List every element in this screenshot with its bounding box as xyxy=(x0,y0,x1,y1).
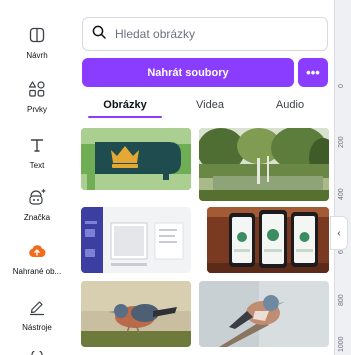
crown-logo-thumbnail[interactable] xyxy=(81,128,191,190)
chaffinch-branch-thumbnail[interactable] xyxy=(199,281,329,347)
ruler-tick: 400 xyxy=(338,188,345,200)
rail-item-label: Značka xyxy=(23,213,51,222)
rail-item-design[interactable]: Návrh xyxy=(0,24,74,61)
chevron-left-icon: ‹ xyxy=(337,227,341,239)
rail-item-elements[interactable]: Prvky xyxy=(0,78,74,115)
layout-icon xyxy=(26,24,48,46)
rail-item-more[interactable] xyxy=(0,346,74,355)
rail-item-label: Nástroje xyxy=(22,323,52,332)
ruler-tick: 800 xyxy=(338,294,345,306)
search-icon xyxy=(92,25,106,44)
rail-item-label: Prvky xyxy=(27,105,47,114)
phones-thumbnail[interactable] xyxy=(207,207,329,273)
search-input[interactable] xyxy=(113,26,317,42)
more-apps-icon xyxy=(26,346,48,355)
shapes-icon xyxy=(26,78,48,100)
upload-files-button[interactable]: Nahrát soubory xyxy=(82,58,294,87)
ruler-tick: 1000 xyxy=(338,336,345,352)
collapse-panel-button[interactable]: ‹ xyxy=(330,216,348,250)
ruler-tick: 200 xyxy=(338,136,345,148)
app-screenshot-thumbnail[interactable] xyxy=(81,207,191,273)
vertical-ruler: 0 200 400 600 800 1000 xyxy=(334,0,351,355)
ruler-tick: 0 xyxy=(338,84,345,88)
rail-item-uploads[interactable]: Nahrané ob... xyxy=(0,240,74,277)
rail-item-label: Nahrané ob... xyxy=(12,267,62,276)
upload-more-options-button[interactable]: ••• xyxy=(298,58,328,87)
rail-item-label: Návrh xyxy=(26,51,48,60)
tab-audio[interactable]: Audio xyxy=(260,90,320,120)
rail-item-brand[interactable]: Značka xyxy=(0,186,74,223)
rail-item-tools[interactable]: Nástroje xyxy=(0,296,74,333)
brand-icon xyxy=(26,186,48,208)
side-rail: Návrh Prvky Text Značka Nahrané ob... Ná… xyxy=(0,0,74,355)
chaffinch-thumbnail[interactable] xyxy=(81,281,191,347)
media-tabs: Obrázky Videa Audio xyxy=(74,90,334,120)
rail-item-text[interactable]: Text xyxy=(0,134,74,171)
text-icon xyxy=(26,134,48,156)
forest-pond-thumbnail[interactable] xyxy=(199,128,329,201)
rail-item-label: Text xyxy=(29,161,45,170)
upload-cloud-icon xyxy=(26,240,48,262)
active-tab-indicator xyxy=(88,116,162,118)
editor-window: Návrh Prvky Text Značka Nahrané ob... Ná… xyxy=(0,0,351,355)
draw-tool-icon xyxy=(26,296,48,318)
tab-videos[interactable]: Videa xyxy=(178,90,242,120)
search-box[interactable] xyxy=(82,17,328,51)
uploads-panel: Nahrát soubory ••• Obrázky Videa Audio xyxy=(74,0,334,355)
